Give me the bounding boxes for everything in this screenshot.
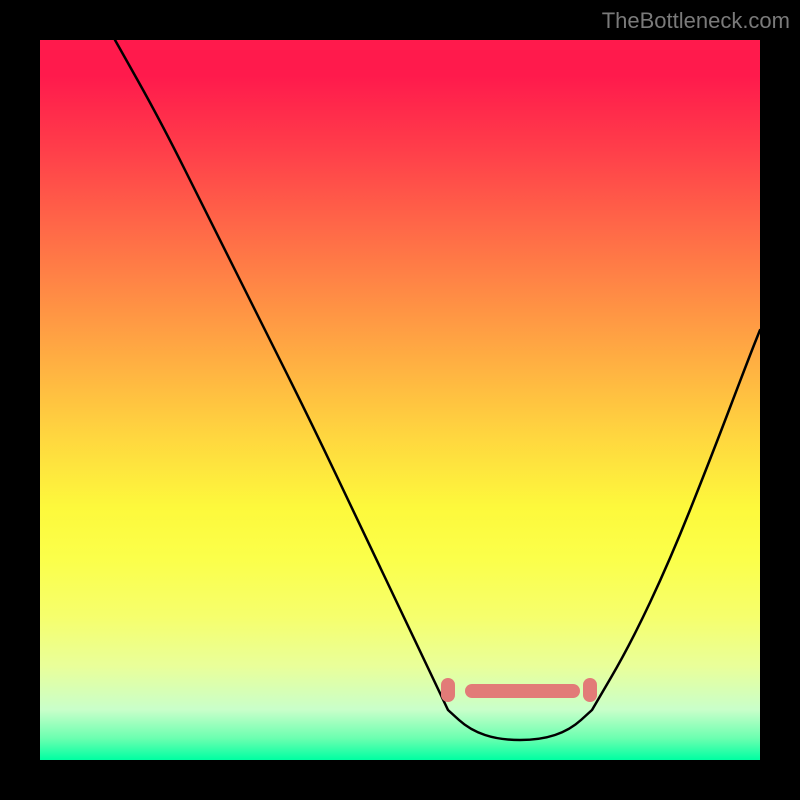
watermark-text: TheBottleneck.com	[602, 8, 790, 34]
valley-band	[465, 684, 580, 698]
valley-left-marker	[441, 678, 455, 702]
chart-frame: TheBottleneck.com	[0, 0, 800, 800]
plot-area	[40, 40, 760, 760]
bottleneck-curve	[40, 40, 760, 760]
valley-right-marker	[583, 678, 597, 702]
